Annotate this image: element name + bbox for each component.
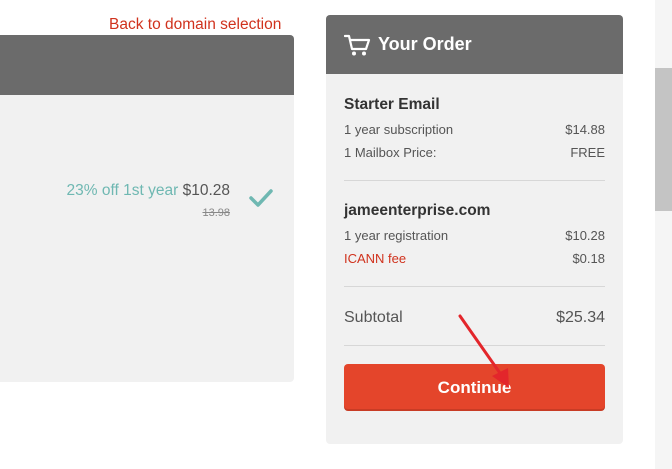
line-label: 1 year registration: [344, 228, 449, 243]
order-title: Your Order: [378, 34, 472, 54]
subtotal-label: Subtotal: [344, 309, 403, 326]
line-value: $14.88: [565, 122, 605, 137]
line-item: 1 Mailbox Price: FREE: [344, 145, 605, 160]
domain-price: $10.28: [182, 182, 230, 199]
back-to-domain-selection-link[interactable]: Back to domain selection: [109, 16, 281, 34]
line-label: 1 Mailbox Price:: [344, 145, 437, 160]
subtotal-value: $25.34: [556, 309, 605, 326]
line-item: 1 year registration $10.28: [344, 228, 605, 243]
old-price: 13.98: [202, 207, 230, 219]
line-item: ICANN fee $0.18: [344, 251, 605, 266]
item-name: Starter Email: [344, 96, 440, 113]
scrollbar-thumb[interactable]: [655, 68, 672, 211]
cart-icon: [344, 34, 371, 55]
line-label: 1 year subscription: [344, 122, 454, 137]
order-item-email: Starter Email 1 year subscription $14.88…: [344, 74, 605, 180]
item-name: jameenterprise.com: [344, 202, 491, 219]
line-item: 1 year subscription $14.88: [344, 122, 605, 137]
line-value: $10.28: [565, 228, 605, 243]
order-item-domain: jameenterprise.com 1 year registration $…: [344, 181, 605, 286]
icann-fee-label: ICANN fee: [344, 251, 407, 266]
annotation-arrow: [458, 314, 509, 388]
order-header: Your Order: [326, 15, 623, 74]
line-value: $0.18: [572, 251, 605, 266]
domain-panel: 23% off 1st year $10.28 13.98: [0, 35, 294, 382]
discount-text: 23% off 1st year: [66, 182, 179, 199]
domain-price-line: 23% off 1st year $10.28: [67, 182, 230, 200]
domain-panel-header: [0, 35, 294, 95]
line-value: FREE: [570, 145, 605, 160]
checkmark-icon[interactable]: [248, 187, 274, 209]
